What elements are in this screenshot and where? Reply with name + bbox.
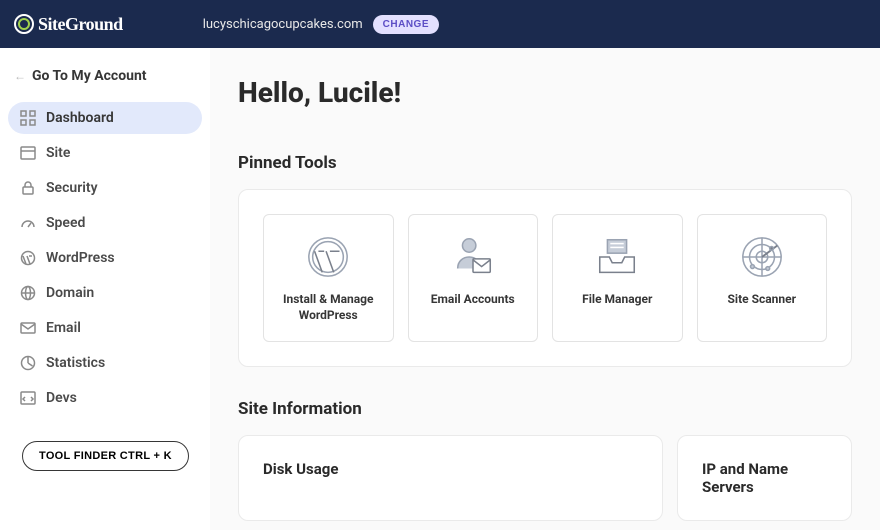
sidebar-item-email[interactable]: Email bbox=[8, 312, 202, 344]
code-icon bbox=[20, 390, 36, 406]
window-icon bbox=[20, 145, 36, 161]
tool-label: File Manager bbox=[582, 291, 652, 307]
tool-card-email[interactable]: Email Accounts bbox=[408, 214, 539, 342]
wordpress-icon bbox=[20, 250, 36, 266]
main-content: Hello, Lucile! Pinned Tools Install & Ma… bbox=[210, 48, 880, 530]
sidebar-item-statistics[interactable]: Statistics bbox=[8, 347, 202, 379]
mail-icon bbox=[20, 320, 36, 336]
brand-logo[interactable]: SiteGround bbox=[14, 14, 123, 35]
sidebar-item-label: Email bbox=[46, 320, 81, 336]
tool-card-scanner[interactable]: Site Scanner bbox=[697, 214, 828, 342]
sidebar-item-speed[interactable]: Speed bbox=[8, 207, 202, 239]
ip-title: IP and Name Servers bbox=[702, 460, 827, 496]
current-domain: lucyschicagocupcakes.com bbox=[203, 17, 363, 32]
sidebar-item-devs[interactable]: Devs bbox=[8, 382, 202, 414]
tool-card-filemanager[interactable]: File Manager bbox=[552, 214, 683, 342]
arrow-left-icon: ← bbox=[14, 69, 26, 83]
back-label: Go To My Account bbox=[32, 68, 147, 84]
sidebar-item-label: Devs bbox=[46, 390, 77, 406]
radar-icon bbox=[738, 233, 786, 281]
sidebar-item-security[interactable]: Security bbox=[8, 172, 202, 204]
logo-icon bbox=[14, 14, 34, 34]
tool-label: Site Scanner bbox=[728, 291, 796, 307]
wordpress-icon bbox=[304, 233, 352, 281]
tool-label: Install & Manage WordPress bbox=[272, 291, 385, 323]
top-header: SiteGround lucyschicagocupcakes.com CHAN… bbox=[0, 0, 880, 48]
lock-icon bbox=[20, 180, 36, 196]
file-tray-icon bbox=[593, 233, 641, 281]
sidebar-item-label: Security bbox=[46, 180, 98, 196]
disk-usage-title: Disk Usage bbox=[263, 460, 638, 478]
back-to-account-link[interactable]: ← Go To My Account bbox=[8, 62, 202, 90]
chart-icon bbox=[20, 355, 36, 371]
tools-row: Install & Manage WordPress Email Account… bbox=[263, 214, 827, 342]
gauge-icon bbox=[20, 215, 36, 231]
sidebar-item-label: Domain bbox=[46, 285, 94, 301]
sidebar-item-label: Speed bbox=[46, 215, 85, 231]
sidebar-item-label: Dashboard bbox=[46, 110, 114, 126]
disk-usage-panel: Disk Usage bbox=[238, 435, 663, 521]
tool-card-wordpress[interactable]: Install & Manage WordPress bbox=[263, 214, 394, 342]
sidebar-item-label: Statistics bbox=[46, 355, 105, 371]
domain-switcher: lucyschicagocupcakes.com CHANGE bbox=[203, 15, 439, 34]
globe-icon bbox=[20, 285, 36, 301]
site-info-row: Disk Usage IP and Name Servers bbox=[238, 435, 852, 521]
ip-nameservers-panel: IP and Name Servers bbox=[677, 435, 852, 521]
sidebar: ← Go To My Account Dashboard Site Securi… bbox=[0, 48, 210, 530]
tool-finder-button[interactable]: TOOL FINDER CTRL + K bbox=[22, 441, 189, 471]
sidebar-item-wordpress[interactable]: WordPress bbox=[8, 242, 202, 274]
site-info-heading: Site Information bbox=[238, 399, 852, 419]
sidebar-item-domain[interactable]: Domain bbox=[8, 277, 202, 309]
page-title: Hello, Lucile! bbox=[238, 76, 852, 109]
sidebar-item-dashboard[interactable]: Dashboard bbox=[8, 102, 202, 134]
pinned-tools-panel: Install & Manage WordPress Email Account… bbox=[238, 189, 852, 367]
change-site-button[interactable]: CHANGE bbox=[373, 15, 439, 34]
pinned-tools-heading: Pinned Tools bbox=[238, 153, 852, 173]
brand-name: SiteGround bbox=[38, 14, 123, 35]
grid-icon bbox=[20, 110, 36, 126]
sidebar-item-label: WordPress bbox=[46, 250, 115, 266]
tool-label: Email Accounts bbox=[431, 291, 515, 307]
sidebar-item-site[interactable]: Site bbox=[8, 137, 202, 169]
sidebar-item-label: Site bbox=[46, 145, 70, 161]
email-account-icon bbox=[449, 233, 497, 281]
